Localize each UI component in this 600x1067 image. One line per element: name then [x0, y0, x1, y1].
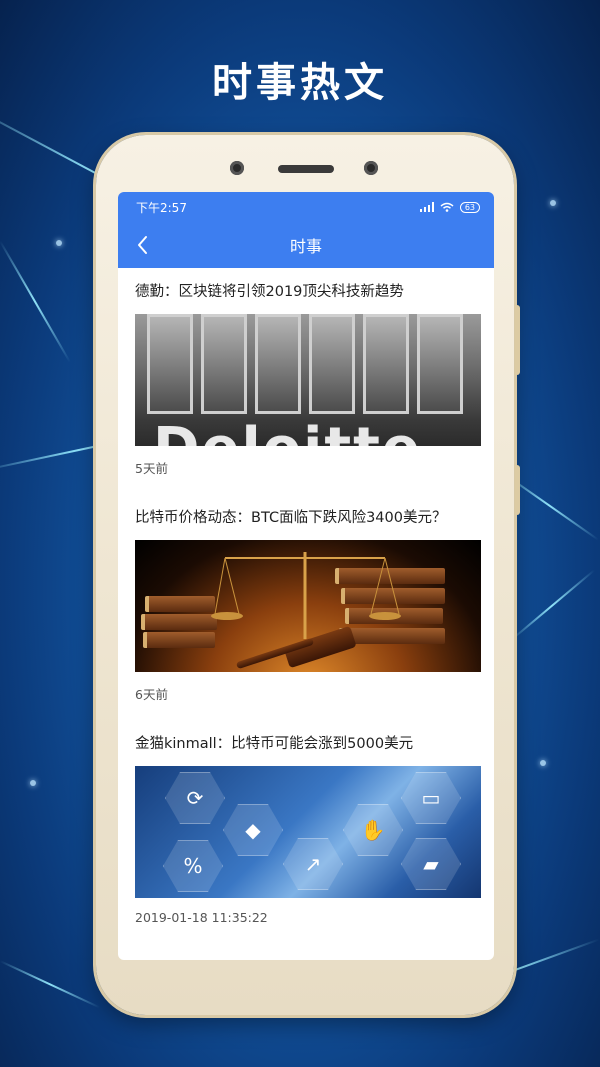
- article-title[interactable]: 金猫kinmall：比特币可能会涨到5000美元: [135, 734, 477, 756]
- article-item[interactable]: 德勤：区块链将引领2019顶尖科技新趋势 Deloitte 5天前: [135, 268, 481, 494]
- status-icons: 63: [419, 201, 480, 213]
- article-title[interactable]: 比特币价格动态：BTC面临下跌风险3400美元？: [135, 508, 477, 530]
- gold-bars-icon: ▰: [401, 838, 461, 890]
- background-dot: [550, 200, 556, 206]
- promo-headline: 时事热文: [212, 60, 388, 106]
- article-title[interactable]: 德勤：区块链将引领2019顶尖科技新趋势: [135, 282, 477, 304]
- article-item[interactable]: 比特币价格动态：BTC面临下跌风险3400美元？ 6天前: [135, 494, 481, 720]
- article-time: 6天前: [135, 687, 168, 702]
- article-item[interactable]: 金猫kinmall：比特币可能会涨到5000美元 ⟳ ◆ % ↗ ✋ ▭ ▰ 2…: [135, 720, 481, 946]
- scales-icon: [211, 552, 401, 639]
- volume-button: [515, 305, 520, 375]
- article-time: 5天前: [135, 461, 168, 476]
- building-window: [417, 314, 463, 414]
- building-window: [255, 314, 301, 414]
- background-dot: [56, 240, 62, 246]
- nav-title: 时事: [289, 237, 322, 256]
- phone-frame: 下午2:57 63 时事 德勤：区块链将引领2019顶尖科技新趋势 5天前 比特…: [96, 135, 520, 1015]
- card-icon: ▭: [401, 772, 461, 824]
- percent-icon: %: [163, 840, 223, 892]
- growth-chart-icon: ↗: [283, 838, 343, 890]
- background-light-line: [509, 569, 595, 642]
- handshake-icon: ✋: [343, 804, 403, 856]
- article-image[interactable]: ⟳ ◆ % ↗ ✋ ▭ ▰: [135, 766, 481, 898]
- battery-indicator: 63: [459, 201, 480, 213]
- earpiece-speaker: [278, 165, 334, 173]
- building-window: [201, 314, 247, 414]
- article-time: 2019-01-18 11:35:22: [135, 910, 268, 925]
- proximity-sensor-icon: [364, 161, 378, 175]
- building-window: [363, 314, 409, 414]
- background-light-line: [0, 240, 71, 363]
- article-feed: 德勤：区块链将引领2019顶尖科技新趋势 Deloitte 5天前 比特币价格动…: [118, 268, 494, 946]
- power-button: [515, 465, 520, 515]
- article-image[interactable]: Deloitte: [135, 314, 481, 446]
- background-dot: [540, 760, 546, 766]
- back-arrow-icon[interactable]: [132, 232, 154, 258]
- wifi-icon: [440, 202, 454, 212]
- signal-icon: [419, 202, 434, 212]
- building-sign: Deloitte: [153, 416, 422, 446]
- building-window: [147, 314, 193, 414]
- diamond-icon: ◆: [223, 804, 283, 856]
- building-window: [309, 314, 355, 414]
- background-dot: [30, 780, 36, 786]
- background-light-line: [0, 960, 101, 1009]
- status-bar: 下午2:57 63: [118, 192, 494, 222]
- status-time: 下午2:57: [136, 200, 187, 215]
- phone-screen: 下午2:57 63 时事 德勤：区块链将引领2019顶尖科技新趋势 5天前 比特…: [118, 192, 494, 960]
- nav-bar: 时事: [118, 222, 494, 268]
- coin-exchange-icon: ⟳: [165, 772, 225, 824]
- article-image[interactable]: [135, 540, 481, 672]
- front-camera-icon: [230, 161, 244, 175]
